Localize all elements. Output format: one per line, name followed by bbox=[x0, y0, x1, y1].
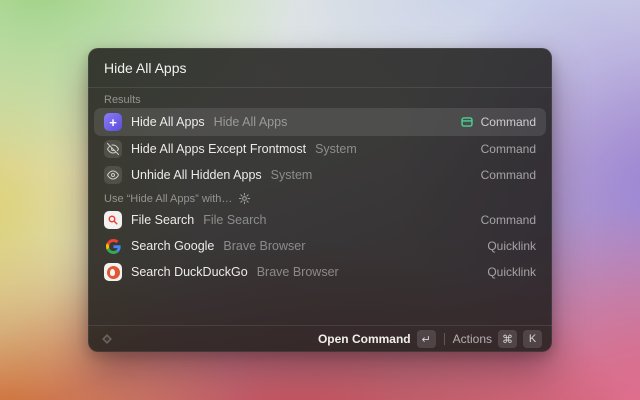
row-subtitle: Brave Browser bbox=[257, 265, 339, 279]
command-window-icon bbox=[460, 115, 474, 129]
open-command-label: Open Command bbox=[318, 332, 411, 346]
eye-icon bbox=[104, 166, 122, 184]
action-bar: Open Command ↵ Actions ⌘ K bbox=[88, 325, 552, 352]
results-list: Results + Hide All Apps Hide All Apps Co… bbox=[88, 88, 552, 325]
use-with-section-label: Use “Hide All Apps” with… bbox=[104, 193, 232, 205]
row-title: Hide All Apps bbox=[131, 115, 205, 129]
cmd-key-icon: ⌘ bbox=[498, 330, 517, 348]
footer-divider bbox=[444, 333, 445, 345]
result-row-search-google[interactable]: Search Google Brave Browser Quicklink bbox=[94, 233, 546, 259]
row-title: Search Google bbox=[131, 239, 214, 253]
row-accessory: Command bbox=[481, 168, 536, 182]
result-row-search-duckduckgo[interactable]: Search DuckDuckGo Brave Browser Quicklin… bbox=[94, 259, 546, 285]
raycast-launcher-window: Results + Hide All Apps Hide All Apps Co… bbox=[88, 48, 552, 352]
eye-off-icon bbox=[104, 140, 122, 158]
row-type-label: Quicklink bbox=[487, 239, 536, 253]
return-key-icon: ↵ bbox=[417, 330, 436, 348]
row-subtitle: File Search bbox=[203, 213, 266, 227]
row-accessory: Command bbox=[481, 142, 536, 156]
row-subtitle: System bbox=[315, 142, 357, 156]
search-bar[interactable] bbox=[88, 48, 552, 88]
row-type-label: Command bbox=[481, 142, 536, 156]
file-search-icon bbox=[104, 211, 122, 229]
result-row-hide-all-apps[interactable]: + Hide All Apps Hide All Apps Command bbox=[94, 108, 546, 136]
row-title: Hide All Apps Except Frontmost bbox=[131, 142, 306, 156]
row-type-label: Command bbox=[481, 115, 536, 129]
gear-icon[interactable] bbox=[238, 192, 251, 205]
actions-menu-button[interactable]: Actions ⌘ K bbox=[453, 330, 542, 348]
duckduckgo-icon bbox=[104, 263, 122, 281]
row-accessory: Quicklink bbox=[487, 239, 536, 253]
k-key-icon: K bbox=[523, 330, 542, 348]
google-icon bbox=[104, 237, 122, 255]
results-section-header: Results bbox=[94, 90, 546, 108]
result-row-unhide-all[interactable]: Unhide All Hidden Apps System Command bbox=[94, 162, 546, 188]
row-title: Search DuckDuckGo bbox=[131, 265, 248, 279]
row-type-label: Command bbox=[481, 213, 536, 227]
search-input[interactable] bbox=[104, 60, 536, 76]
row-type-label: Quicklink bbox=[487, 265, 536, 279]
actions-label: Actions bbox=[453, 332, 492, 346]
raycast-logo-icon bbox=[98, 330, 116, 348]
use-with-section-header: Use “Hide All Apps” with… bbox=[94, 188, 546, 207]
row-subtitle: System bbox=[271, 168, 313, 182]
row-title: File Search bbox=[131, 213, 194, 227]
results-section-label: Results bbox=[104, 94, 141, 106]
row-subtitle: Brave Browser bbox=[223, 239, 305, 253]
hide-all-apps-icon: + bbox=[104, 113, 122, 131]
row-subtitle: Hide All Apps bbox=[214, 115, 288, 129]
row-accessory: Command bbox=[481, 213, 536, 227]
row-type-label: Command bbox=[481, 168, 536, 182]
row-accessory: Command bbox=[460, 115, 536, 129]
open-command-action[interactable]: Open Command ↵ bbox=[318, 330, 436, 348]
row-title: Unhide All Hidden Apps bbox=[131, 168, 262, 182]
result-row-file-search[interactable]: File Search File Search Command bbox=[94, 207, 546, 233]
row-accessory: Quicklink bbox=[487, 265, 536, 279]
result-row-hide-except-frontmost[interactable]: Hide All Apps Except Frontmost System Co… bbox=[94, 136, 546, 162]
